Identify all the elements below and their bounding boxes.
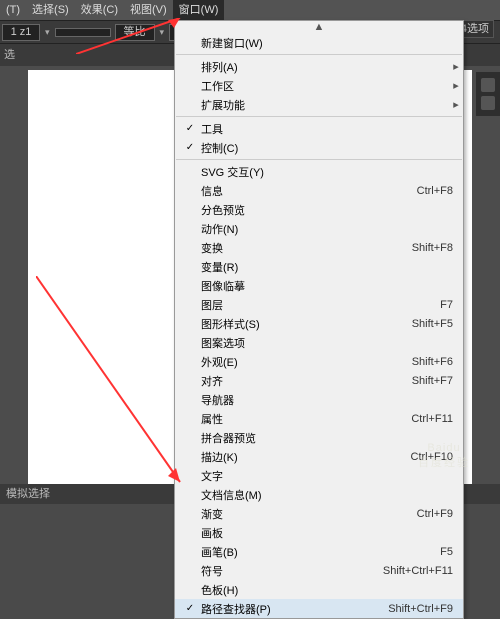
shortcut-label: Shift+F8 (412, 242, 463, 254)
menu-item-label: 工具 (197, 121, 463, 137)
menu-item[interactable]: 选择(S) (26, 0, 75, 20)
watermark-en: Baidu (396, 442, 492, 454)
menubar[interactable]: (T)选择(S)效果(C)视图(V)窗口(W) (0, 0, 500, 20)
menu-item-label: 图层 (197, 297, 440, 313)
watermark-cn: 百度经验 (396, 454, 492, 470)
shortcut-label: Ctrl+F8 (417, 185, 463, 197)
menu-item[interactable]: 文档信息(M) (175, 485, 463, 504)
menu-item[interactable]: 新建窗口(W) (175, 33, 463, 52)
menu-item[interactable]: 扩展功能▸ (175, 95, 463, 114)
menu-item[interactable]: 渐变Ctrl+F9 (175, 504, 463, 523)
menu-item-label: 图像临摹 (197, 278, 463, 294)
menu-item-label: SVG 交互(Y) (197, 164, 463, 180)
zoom-field[interactable]: 1 z1 (2, 24, 40, 41)
menu-scroll-up-icon[interactable]: ▲ (175, 21, 463, 33)
dropdown-caret-icon[interactable]: ▾ (160, 27, 165, 38)
menu-item[interactable]: 图层F7 (175, 295, 463, 314)
side-panel[interactable] (476, 72, 500, 116)
shortcut-label: F7 (440, 299, 463, 311)
menu-item-label: 工作区 (197, 78, 453, 94)
shortcut-label: Ctrl+F11 (411, 413, 463, 425)
menu-item[interactable]: (T) (0, 0, 26, 20)
menu-item[interactable]: 对齐Shift+F7 (175, 371, 463, 390)
menu-item[interactable]: 工作区▸ (175, 76, 463, 95)
menu-item[interactable]: ✓工具 (175, 119, 463, 138)
menu-item[interactable]: 窗口(W) (173, 0, 225, 20)
menu-item-label: 属性 (197, 411, 411, 427)
menu-separator (176, 159, 462, 160)
menu-item[interactable]: 图案选项 (175, 333, 463, 352)
mode-field[interactable]: 等比 (115, 24, 155, 41)
menu-item[interactable]: 变量(R) (175, 257, 463, 276)
dropdown-caret-icon[interactable]: ▾ (45, 27, 50, 38)
menu-item-label: 扩展功能 (197, 97, 453, 113)
menu-item-label: 画板 (197, 525, 463, 541)
menu-item[interactable]: 图形样式(S)Shift+F5 (175, 314, 463, 333)
menu-item[interactable]: 图像临摹 (175, 276, 463, 295)
menu-item-label: 新建窗口(W) (197, 35, 463, 51)
menu-item[interactable]: 动作(N) (175, 219, 463, 238)
doc-tab[interactable]: 选 (4, 49, 15, 61)
menu-item[interactable]: SVG 交互(Y) (175, 162, 463, 181)
submenu-arrow-icon: ▸ (453, 79, 463, 92)
stroke-preview[interactable] (55, 28, 111, 37)
submenu-arrow-icon: ▸ (453, 98, 463, 111)
menu-separator (176, 54, 462, 55)
check-icon: ✓ (183, 142, 197, 153)
menu-item[interactable]: 排列(A)▸ (175, 57, 463, 76)
menu-separator (176, 116, 462, 117)
check-icon: ✓ (183, 123, 197, 134)
menu-item[interactable]: 画笔(B)F5 (175, 542, 463, 561)
menu-item[interactable]: 变换Shift+F8 (175, 238, 463, 257)
menu-item-label: 路径查找器(P) (197, 601, 388, 617)
menu-item-label: 符号 (197, 563, 383, 579)
window-menu[interactable]: ▲ 新建窗口(W)排列(A)▸工作区▸扩展功能▸✓工具✓控制(C)SVG 交互(… (174, 20, 464, 619)
menu-item[interactable]: 属性Ctrl+F11 (175, 409, 463, 428)
menu-item-label: 色板(H) (197, 582, 463, 598)
shortcut-label: Shift+Ctrl+F9 (388, 603, 463, 615)
menu-item-label: 画笔(B) (197, 544, 440, 560)
menu-item-label: 描边(K) (197, 449, 411, 465)
menu-item-label: 图案选项 (197, 335, 463, 351)
menu-item[interactable]: 外观(E)Shift+F6 (175, 352, 463, 371)
shortcut-label: Shift+F5 (412, 318, 463, 330)
menu-item-label: 排列(A) (197, 59, 453, 75)
menu-item[interactable]: 色板(H) (175, 580, 463, 599)
menu-item-label: 分色预览 (197, 202, 463, 218)
submenu-arrow-icon: ▸ (453, 60, 463, 73)
menu-item[interactable]: ✓路径查找器(P)Shift+Ctrl+F9 (175, 599, 463, 618)
menu-item-label: 渐变 (197, 506, 417, 522)
menu-item[interactable]: 分色预览 (175, 200, 463, 219)
menu-item-label: 变换 (197, 240, 412, 256)
status-label[interactable]: 模拟选择 (6, 488, 50, 500)
menu-item[interactable]: 信息Ctrl+F8 (175, 181, 463, 200)
panel-icon[interactable] (481, 96, 495, 110)
menu-item[interactable]: 效果(C) (75, 0, 124, 20)
menu-item-label: 导航器 (197, 392, 463, 408)
menu-item[interactable]: ✓控制(C) (175, 138, 463, 157)
menu-item[interactable]: 视图(V) (124, 0, 173, 20)
shortcut-label: F5 (440, 546, 463, 558)
menu-item-label: 信息 (197, 183, 417, 199)
menu-item-label: 对齐 (197, 373, 412, 389)
menu-item-label: 外观(E) (197, 354, 412, 370)
watermark: Baidu 百度经验 (396, 442, 492, 478)
menu-item[interactable]: 符号Shift+Ctrl+F11 (175, 561, 463, 580)
panel-icon[interactable] (481, 78, 495, 92)
menu-item-label: 控制(C) (197, 140, 463, 156)
shortcut-label: Ctrl+F9 (417, 508, 463, 520)
shortcut-label: Shift+F6 (412, 356, 463, 368)
menu-item-label: 文档信息(M) (197, 487, 463, 503)
menu-item-label: 变量(R) (197, 259, 463, 275)
shortcut-label: Shift+Ctrl+F11 (383, 565, 463, 577)
menu-item[interactable]: 画板 (175, 523, 463, 542)
check-icon: ✓ (183, 603, 197, 614)
menu-item-label: 动作(N) (197, 221, 463, 237)
menu-item[interactable]: 导航器 (175, 390, 463, 409)
menu-item-label: 图形样式(S) (197, 316, 412, 332)
shortcut-label: Shift+F7 (412, 375, 463, 387)
